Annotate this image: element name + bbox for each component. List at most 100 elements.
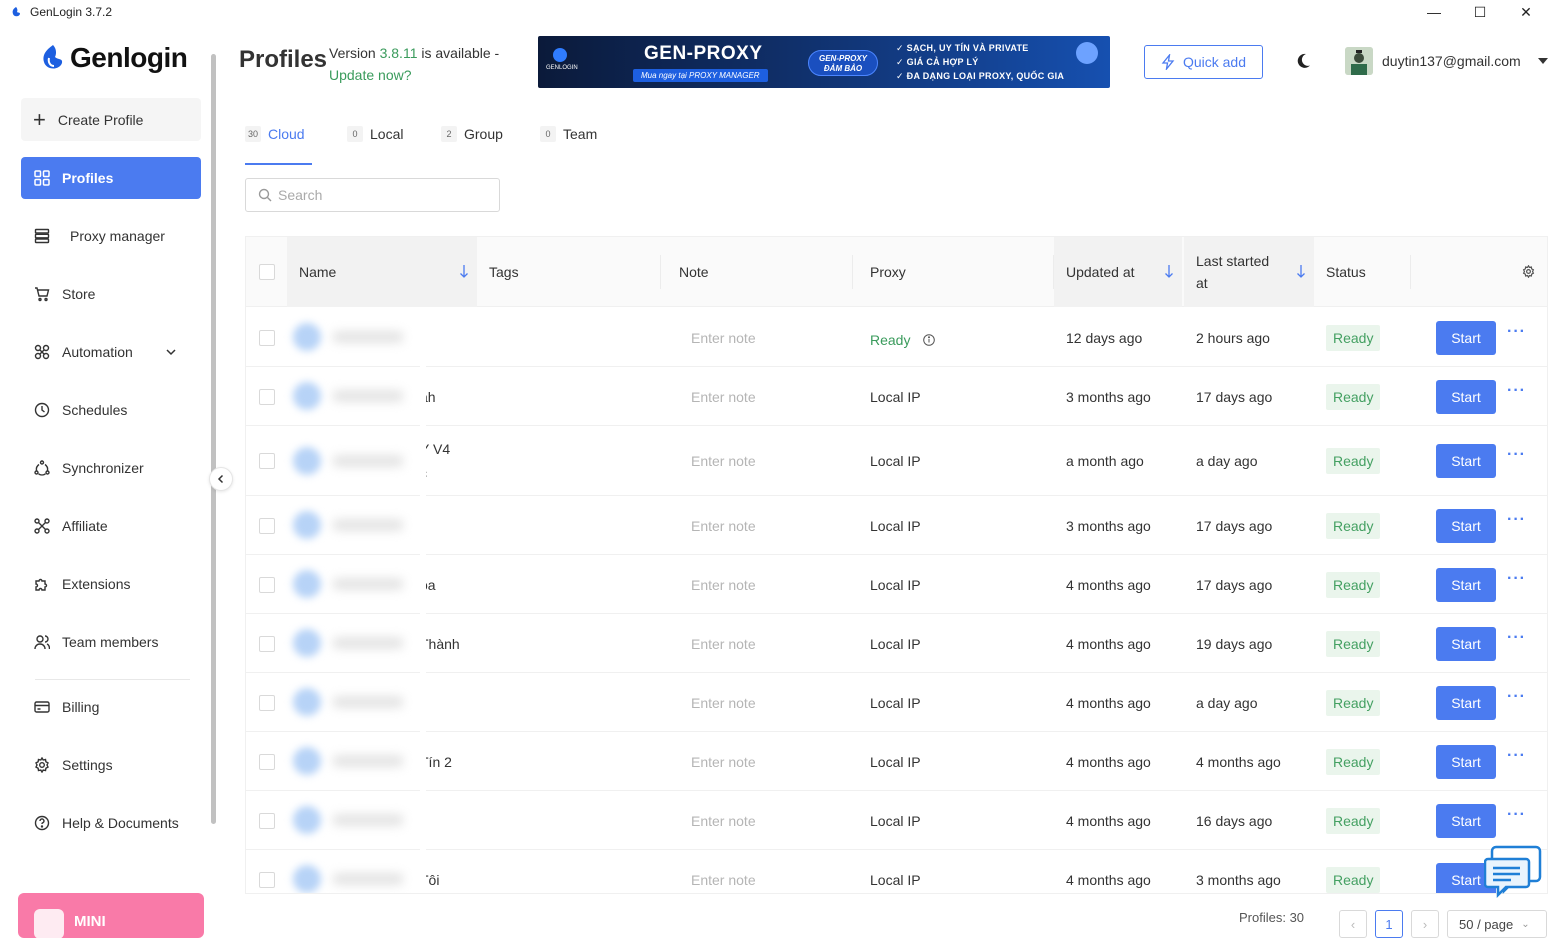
sidebar-item-settings[interactable]: Settings xyxy=(21,744,201,786)
sidebar-item-extensions[interactable]: Extensions xyxy=(21,563,201,605)
more-options-icon[interactable]: ··· xyxy=(1507,688,1526,706)
more-options-icon[interactable]: ··· xyxy=(1507,570,1526,588)
start-button[interactable]: Start xyxy=(1436,379,1496,414)
sidebar-item-help[interactable]: Help & Documents xyxy=(21,802,201,844)
avatar[interactable] xyxy=(1345,47,1373,75)
sidebar-item-synchronizer[interactable]: Synchronizer xyxy=(21,447,201,489)
start-button[interactable]: Start xyxy=(1436,626,1496,661)
column-header-name[interactable]: Name xyxy=(287,237,477,307)
tab-group[interactable]: 2 Group xyxy=(441,124,503,144)
table-row[interactable]: Thành Enter note Local IP 4 months ago 1… xyxy=(246,614,1547,673)
profile-name-blurred[interactable] xyxy=(293,732,419,790)
row-checkbox[interactable] xyxy=(259,871,275,888)
more-options-icon[interactable]: ··· xyxy=(1507,806,1526,824)
note-field[interactable]: Enter note xyxy=(691,614,756,673)
note-field[interactable]: Enter note xyxy=(691,673,756,732)
start-button[interactable]: Start xyxy=(1436,508,1496,543)
sidebar-item-store[interactable]: Store xyxy=(21,273,201,315)
search-box[interactable] xyxy=(245,178,500,212)
note-field[interactable]: Enter note xyxy=(691,555,756,614)
create-profile-button[interactable]: + Create Profile xyxy=(21,98,201,141)
profile-name-blurred[interactable] xyxy=(293,791,419,849)
minimize-button[interactable]: — xyxy=(1411,0,1457,24)
more-options-icon[interactable]: ··· xyxy=(1507,382,1526,400)
sidebar-item-profiles[interactable]: Profiles xyxy=(21,157,201,199)
sort-arrow-icon[interactable] xyxy=(1296,264,1306,278)
note-field[interactable]: Enter note xyxy=(691,496,756,555)
row-checkbox[interactable] xyxy=(259,453,275,469)
more-options-icon[interactable]: ··· xyxy=(1507,629,1526,647)
row-checkbox[interactable] xyxy=(259,329,275,346)
sidebar-item-affiliate[interactable]: Affiliate xyxy=(21,505,201,547)
more-options-icon[interactable]: ··· xyxy=(1507,323,1526,341)
start-button[interactable]: Start xyxy=(1436,444,1496,478)
column-header-updated-at[interactable]: Updated at xyxy=(1054,237,1182,307)
start-button[interactable]: Start xyxy=(1436,320,1496,355)
quick-add-button[interactable]: Quick add xyxy=(1144,45,1263,79)
row-checkbox[interactable] xyxy=(259,635,275,652)
row-checkbox[interactable] xyxy=(259,388,275,405)
table-row[interactable]: Tín 2 Enter note Local IP 4 months ago 4… xyxy=(246,732,1547,791)
sidebar-item-schedules[interactable]: Schedules xyxy=(21,389,201,431)
profile-name-blurred[interactable] xyxy=(293,426,419,495)
prev-page-button[interactable]: ‹ xyxy=(1339,910,1367,938)
search-input[interactable] xyxy=(278,187,478,203)
table-row[interactable]: Enter note Local IP 3 months ago 17 days… xyxy=(246,496,1547,555)
sidebar-item-team-members[interactable]: Team members xyxy=(21,621,201,663)
start-button[interactable]: Start xyxy=(1436,567,1496,602)
table-row[interactable]: Enter note Ready 12 days ago 2 hours ago… xyxy=(246,308,1547,367)
row-checkbox[interactable] xyxy=(259,576,275,593)
column-header-last-started-at[interactable]: Last started at xyxy=(1184,237,1314,307)
note-field[interactable]: Enter note xyxy=(691,850,756,893)
row-checkbox[interactable] xyxy=(259,517,275,534)
note-field[interactable]: Enter note xyxy=(691,791,756,850)
table-row[interactable]: oa Enter note Local IP 4 months ago 17 d… xyxy=(246,555,1547,614)
note-field[interactable]: Enter note xyxy=(691,426,756,496)
note-field[interactable]: Enter note xyxy=(691,732,756,791)
sidebar-item-billing[interactable]: Billing xyxy=(21,686,201,728)
table-row[interactable]: ah Enter note Local IP 3 months ago 17 d… xyxy=(246,367,1547,426)
maximize-button[interactable]: ☐ xyxy=(1457,0,1503,24)
profile-name-blurred[interactable] xyxy=(293,496,419,554)
tab-team[interactable]: 0 Team xyxy=(540,124,597,144)
info-icon[interactable] xyxy=(923,333,936,346)
page-number-button[interactable]: 1 xyxy=(1375,910,1403,938)
row-checkbox[interactable] xyxy=(259,812,275,829)
update-now-link[interactable]: Update now? xyxy=(329,64,499,86)
row-checkbox[interactable] xyxy=(259,753,275,770)
more-options-icon[interactable]: ··· xyxy=(1507,747,1526,765)
note-field[interactable]: Enter note xyxy=(691,367,756,426)
sort-arrow-icon[interactable] xyxy=(1164,264,1174,278)
start-button[interactable]: Start xyxy=(1436,744,1496,779)
sidebar-scrollbar[interactable] xyxy=(211,54,216,824)
sidebar-item-proxy-manager[interactable]: Proxy manager xyxy=(21,215,201,257)
table-row[interactable]: Y V4 c Enter note Local IP a month ago a… xyxy=(246,426,1547,496)
select-all-checkbox[interactable] xyxy=(259,264,275,280)
profile-name-blurred[interactable] xyxy=(293,555,419,613)
profile-name-blurred[interactable] xyxy=(293,850,419,893)
dark-mode-toggle-icon[interactable] xyxy=(1294,52,1312,70)
caret-down-icon[interactable] xyxy=(1538,58,1548,64)
next-page-button[interactable]: › xyxy=(1411,910,1439,938)
tab-cloud[interactable]: 30 Cloud xyxy=(245,124,305,144)
mini-mode-button[interactable]: MINI xyxy=(18,893,204,939)
table-row[interactable]: Tôi Enter note Local IP 4 months ago 3 m… xyxy=(246,850,1547,893)
table-row[interactable]: Enter note Local IP 4 months ago a day a… xyxy=(246,673,1547,732)
page-size-select[interactable]: 50 / page ⌄ xyxy=(1447,910,1547,938)
sidebar-item-automation[interactable]: Automation xyxy=(21,331,201,373)
profile-name-blurred[interactable] xyxy=(293,367,419,425)
note-field[interactable]: Enter note xyxy=(691,308,756,367)
profile-name-blurred[interactable] xyxy=(293,673,419,731)
start-button[interactable]: Start xyxy=(1436,803,1496,838)
profile-name-blurred[interactable] xyxy=(293,614,419,672)
tab-local[interactable]: 0 Local xyxy=(347,124,403,144)
start-button[interactable]: Start xyxy=(1436,685,1496,720)
collapse-sidebar-button[interactable] xyxy=(209,467,233,491)
more-options-icon[interactable]: ··· xyxy=(1507,446,1526,464)
table-row[interactable]: Enter note Local IP 4 months ago 16 days… xyxy=(246,791,1547,850)
profile-name-blurred[interactable] xyxy=(293,308,419,366)
close-button[interactable]: ✕ xyxy=(1503,0,1549,24)
row-checkbox[interactable] xyxy=(259,694,275,711)
sort-arrow-icon[interactable] xyxy=(459,264,469,278)
chat-support-icon[interactable] xyxy=(1484,843,1544,903)
